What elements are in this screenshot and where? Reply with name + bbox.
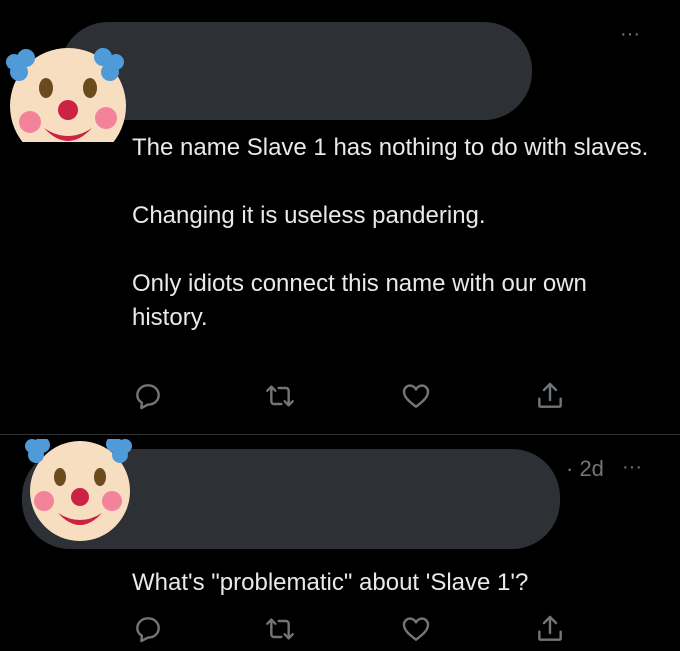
retweet-icon[interactable] [264,380,296,412]
tweet-text: The name Slave 1 has nothing to do with … [132,131,652,335]
more-options-icon[interactable]: ··· [622,457,642,477]
tweet-actions [0,380,680,412]
share-icon[interactable] [534,613,566,645]
clown-face-icon[interactable] [4,26,128,164]
share-icon[interactable] [534,380,566,412]
redacted-username [60,22,532,120]
tweet-paragraph: The name Slave 1 has nothing to do with … [132,134,649,161]
tweet-paragraph: Changing it is useless pandering. [132,202,486,229]
retweet-icon[interactable] [264,613,296,645]
tweet-actions [0,613,680,645]
tweet-2: · 2d ··· What's "problematic" about 'Sla… [0,435,680,651]
more-options-icon[interactable]: ··· [620,24,640,44]
tweet-paragraph: Only idiots connect this name with our o… [132,270,587,331]
tweet-timestamp[interactable]: · 2d [566,457,604,481]
clown-face-icon[interactable] [24,436,132,543]
reply-icon[interactable] [132,613,164,645]
like-icon[interactable] [400,380,432,412]
tweet-text: What's "problematic" about 'Slave 1'? [132,569,529,596]
tweet-1: ··· The name Slave 1 has nothing to do w… [0,0,680,434]
reply-icon[interactable] [132,380,164,412]
like-icon[interactable] [400,613,432,645]
